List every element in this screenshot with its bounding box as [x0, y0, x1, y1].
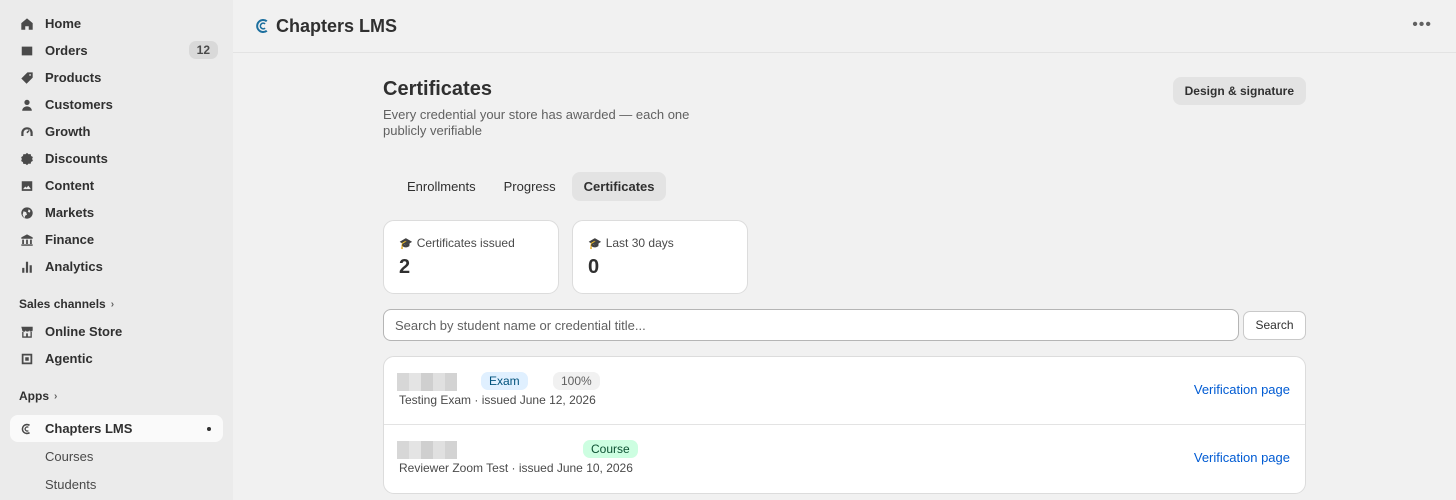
- type-badge: Course: [583, 440, 638, 458]
- sidebar-item-agentic[interactable]: Agentic: [10, 345, 223, 372]
- sidebar-item-label: Finance: [45, 232, 95, 247]
- chevron-right-icon: ›: [54, 390, 58, 402]
- sales-channels-label: Sales channels: [19, 297, 106, 311]
- chapters-logo-icon: [19, 421, 35, 437]
- stat-card-issued: 🎓 Certificates issued 2: [383, 220, 559, 294]
- certificate-list: Exam 100% Testing Exam · issued June 12,…: [383, 356, 1306, 494]
- tag-icon: [19, 70, 35, 86]
- app-title: Chapters LMS: [276, 15, 398, 36]
- app-root: Home Orders 12 Products Customers Growth…: [0, 0, 1456, 500]
- certificate-meta: Testing Exam · issued June 12, 2026: [399, 393, 596, 407]
- main-area: Chapters LMS ••• Certificates Every cred…: [233, 0, 1456, 500]
- redacted-student-name: [397, 373, 457, 391]
- bar-chart-icon: [19, 259, 35, 275]
- sidebar-item-online-store[interactable]: Online Store: [10, 318, 223, 345]
- design-signature-button[interactable]: Design & signature: [1172, 77, 1306, 105]
- sidebar-item-label: Chapters LMS: [45, 421, 133, 436]
- gauge-icon: [19, 124, 35, 140]
- sidebar-item-label: Home: [45, 16, 82, 31]
- graduation-cap-icon: 🎓: [588, 237, 602, 250]
- store-icon: [19, 324, 35, 340]
- page-subtitle: Every credential your store has awarded …: [383, 107, 690, 138]
- search-input[interactable]: [383, 309, 1239, 341]
- sidebar-item-orders[interactable]: Orders 12: [10, 37, 223, 64]
- sidebar-item-label: Products: [45, 70, 102, 85]
- certificate-meta: Reviewer Zoom Test · issued June 10, 202…: [399, 461, 633, 475]
- sidebar-item-label: Markets: [45, 205, 95, 220]
- image-icon: [19, 178, 35, 194]
- sidebar-item-label: Online Store: [45, 324, 123, 339]
- apps-header[interactable]: Apps ›: [10, 386, 223, 406]
- discount-icon: [19, 151, 35, 167]
- sidebar-item-label: Discounts: [45, 151, 108, 166]
- sidebar-item-label: Content: [45, 178, 95, 193]
- list-item: Exam 100% Testing Exam · issued June 12,…: [384, 357, 1305, 425]
- type-badge: Exam: [481, 372, 528, 390]
- tab-certificates[interactable]: Certificates: [571, 172, 667, 201]
- sales-channels-header[interactable]: Sales channels ›: [10, 294, 223, 314]
- sidebar-item-analytics[interactable]: Analytics: [10, 253, 223, 280]
- app-header: Chapters LMS: [233, 0, 1456, 53]
- sidebar-item-content[interactable]: Content: [10, 172, 223, 199]
- more-options-icon[interactable]: •••: [1412, 16, 1432, 34]
- stats-row: 🎓 Certificates issued 2 🎓 Last 30 days 0: [383, 220, 1306, 294]
- stat-label-wrap: 🎓 Certificates issued: [399, 236, 543, 250]
- sidebar-item-growth[interactable]: Growth: [10, 118, 223, 145]
- sidebar-item-customers[interactable]: Customers: [10, 91, 223, 118]
- globe-icon: [19, 205, 35, 221]
- apps-label: Apps: [19, 389, 49, 403]
- stat-label: Last 30 days: [605, 236, 674, 250]
- search-row: Search: [383, 309, 1306, 341]
- sidebar: Home Orders 12 Products Customers Growth…: [0, 0, 233, 500]
- tab-bar: Enrollments Progress Certificates: [395, 172, 1306, 201]
- sidebar-item-finance[interactable]: Finance: [10, 226, 223, 253]
- score-badge: 100%: [553, 372, 600, 390]
- chapters-logo-icon: [256, 19, 268, 33]
- redacted-student-name: [397, 441, 457, 459]
- sidebar-item-chapters-lms[interactable]: Chapters LMS: [10, 415, 223, 442]
- certificates-page: Certificates Every credential your store…: [383, 77, 1306, 494]
- list-item: Course Reviewer Zoom Test · issued June …: [384, 425, 1305, 493]
- active-dot-icon: [207, 427, 211, 431]
- sidebar-item-label: Customers: [45, 97, 113, 112]
- sidebar-item-label: Orders: [45, 43, 88, 58]
- stat-card-last-30-days: 🎓 Last 30 days 0: [572, 220, 748, 294]
- graduation-cap-icon: 🎓: [399, 237, 413, 250]
- sidebar-subitem-students[interactable]: Students: [10, 470, 223, 498]
- sidebar-item-discounts[interactable]: Discounts: [10, 145, 223, 172]
- chevron-right-icon: ›: [110, 298, 115, 310]
- stat-value: 0: [588, 256, 600, 278]
- orders-icon: [19, 43, 35, 59]
- agentic-icon: [19, 351, 35, 367]
- sidebar-item-products[interactable]: Products: [10, 64, 223, 91]
- sidebar-item-label: Growth: [45, 124, 91, 139]
- sidebar-subitem-courses[interactable]: Courses: [10, 442, 223, 470]
- stat-value: 2: [399, 256, 411, 278]
- tab-progress[interactable]: Progress: [492, 172, 568, 201]
- bank-icon: [19, 232, 35, 248]
- verification-page-link[interactable]: Verification page: [1194, 450, 1290, 465]
- page-title: Certificates: [383, 78, 492, 100]
- stat-label-wrap: 🎓 Last 30 days: [588, 236, 732, 250]
- tab-enrollments[interactable]: Enrollments: [395, 172, 488, 201]
- sidebar-item-label: Agentic: [45, 351, 93, 366]
- search-button[interactable]: Search: [1243, 310, 1306, 340]
- sidebar-item-markets[interactable]: Markets: [10, 199, 223, 226]
- sidebar-item-label: Analytics: [45, 259, 103, 274]
- home-icon: [19, 16, 35, 32]
- person-icon: [19, 97, 35, 113]
- sidebar-item-home[interactable]: Home: [10, 10, 223, 37]
- stat-label: Certificates issued: [416, 236, 515, 250]
- verification-page-link[interactable]: Verification page: [1194, 382, 1290, 397]
- orders-count-badge: 12: [188, 41, 218, 59]
